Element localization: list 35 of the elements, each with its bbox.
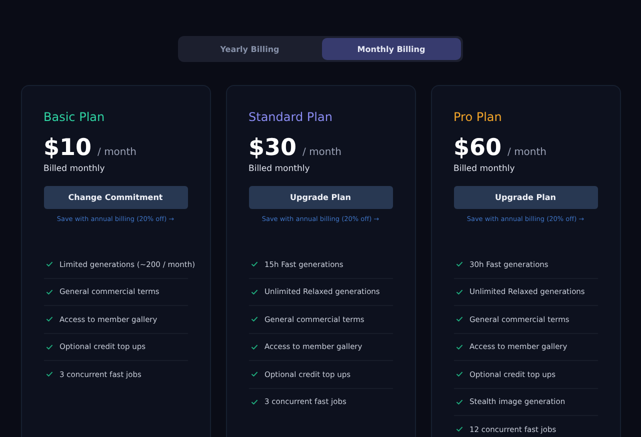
billing-tab[interactable]: Monthly Billing: [322, 38, 461, 60]
check-icon: [456, 261, 462, 268]
check-icon: [250, 316, 258, 322]
billing-tab[interactable]: Yearly Billing: [180, 38, 320, 60]
check-icon: [456, 398, 462, 405]
plan-name: Standard Plan: [248, 110, 334, 124]
check-icon: [46, 371, 52, 378]
check-icon: [250, 371, 258, 378]
price: $10: [44, 134, 92, 162]
plan-name: Pro Plan: [454, 110, 503, 124]
billing-note: Billed monthly: [44, 164, 106, 174]
check-icon: [250, 398, 258, 405]
check-icon: [46, 344, 52, 350]
check-icon: [456, 316, 462, 322]
check-icon: [250, 344, 258, 350]
plan-button[interactable]: Change Commitment: [44, 186, 188, 209]
plan-button[interactable]: Upgrade Plan: [454, 186, 598, 209]
check-icon: [456, 344, 462, 350]
check-icon: [250, 261, 258, 268]
check-icon: [456, 288, 462, 295]
billing-note: Billed monthly: [248, 164, 311, 174]
billing-note: Billed monthly: [454, 164, 516, 174]
check-icon: [250, 288, 258, 295]
check-icon: [46, 261, 52, 268]
price-period: / month: [508, 147, 547, 158]
price-period: / month: [302, 147, 342, 158]
check-icon: [46, 288, 52, 295]
check-icon: [456, 426, 462, 432]
plan-button[interactable]: Upgrade Plan: [248, 186, 392, 209]
check-icon: [46, 316, 52, 322]
price-period: / month: [98, 147, 137, 158]
price: $30: [248, 134, 297, 162]
price: $60: [454, 134, 502, 162]
check-icon: [456, 371, 462, 378]
plan-name: Basic Plan: [44, 110, 106, 124]
